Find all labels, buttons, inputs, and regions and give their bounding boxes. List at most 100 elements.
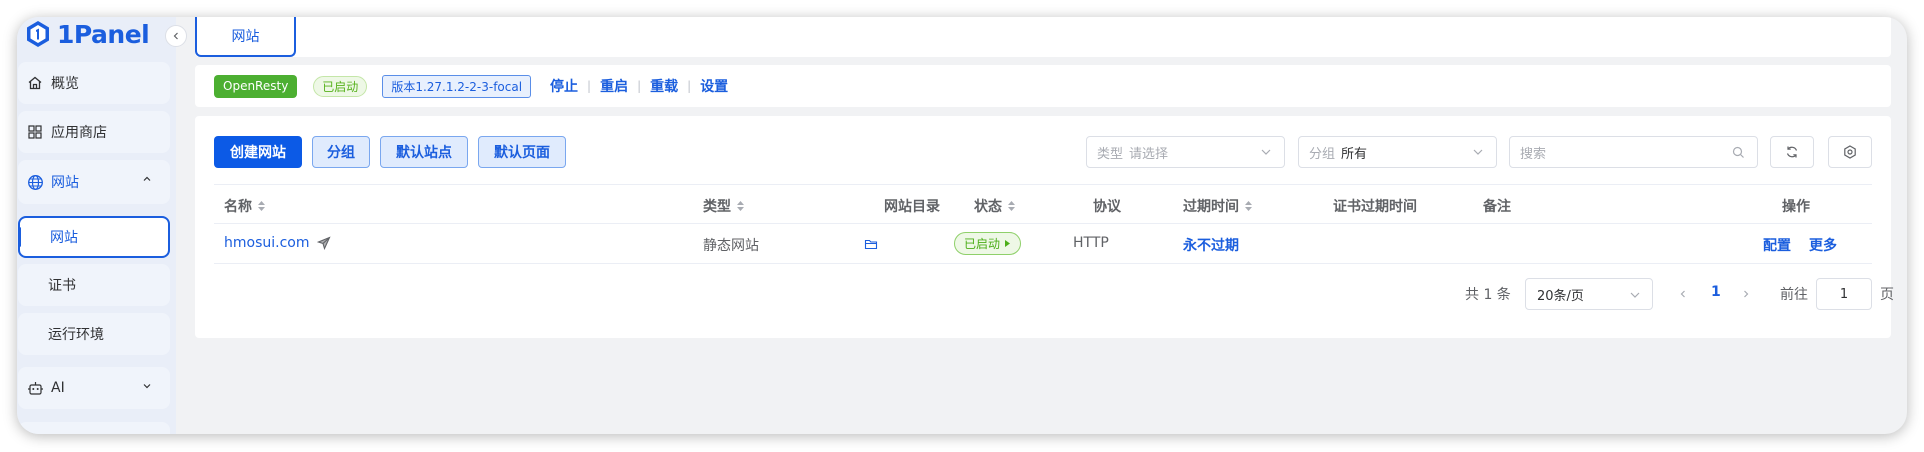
openresty-status-bar: OpenResty 已启动 版本1.27.1.2-2-3-focal 停止 | …: [195, 65, 1891, 107]
globe-icon: [26, 173, 44, 191]
column-label: 状态: [974, 199, 1002, 215]
sort-icon: [737, 201, 744, 211]
server-tag: OpenResty: [214, 74, 298, 98]
sort-icon: [258, 201, 265, 211]
chevron-down-icon: [1473, 149, 1483, 155]
sidebar-item-label: 网站: [51, 175, 79, 191]
column-header-status[interactable]: 状态: [974, 196, 1016, 216]
website-name-link[interactable]: hmosui.com: [224, 235, 309, 251]
stop-button[interactable]: 停止: [550, 76, 578, 96]
next-page-icon[interactable]: [1741, 289, 1751, 299]
page-size-select[interactable]: 20条/页: [1525, 278, 1653, 310]
divider: |: [587, 79, 592, 93]
sidebar-item-next[interactable]: [18, 422, 170, 434]
search-icon: [1732, 146, 1744, 158]
group-button[interactable]: 分组: [312, 136, 370, 168]
sidebar-item-overview[interactable]: 概览: [18, 62, 170, 104]
app-window: 1Panel 概览 应用商店 网站 网站 证书 运行环境 AI 网站 OpenR…: [17, 17, 1907, 434]
chevron-left-icon: [173, 32, 178, 40]
group-filter-prefix: 分组: [1309, 146, 1336, 162]
cell-expire[interactable]: 永不过期: [1183, 235, 1239, 255]
column-header-directory: 网站目录: [884, 196, 940, 216]
sidebar-item-label: 概览: [51, 76, 79, 92]
cell-protocol: HTTP: [1073, 235, 1109, 251]
status-badge[interactable]: 已启动: [954, 232, 1022, 255]
create-website-button[interactable]: 创建网站: [214, 136, 302, 168]
cell-status: 已启动: [954, 232, 1022, 255]
server-state-badge: 已启动: [313, 75, 368, 97]
column-label: 名称: [224, 199, 252, 215]
default-site-button[interactable]: 默认站点: [380, 136, 468, 168]
status-text: 已启动: [964, 237, 1001, 251]
search-input[interactable]: 搜索: [1509, 136, 1758, 168]
sidebar: 1Panel 概览 应用商店 网站 网站 证书 运行环境 AI: [17, 17, 187, 434]
column-header-actions: 操作: [1782, 196, 1810, 216]
settings-button[interactable]: 设置: [700, 76, 728, 96]
column-label: 证书过期时间: [1333, 199, 1417, 215]
chevron-down-icon: [1630, 292, 1640, 298]
tab-website[interactable]: 网站: [195, 17, 296, 57]
column-label: 网站目录: [884, 199, 940, 215]
column-header-name[interactable]: 名称: [224, 196, 266, 216]
cell-type: 静态网站: [703, 238, 759, 254]
goto-prefix: 前往: [1780, 287, 1808, 303]
submenu-item-label: 运行环境: [48, 327, 104, 343]
column-header-protocol: 协议: [1093, 196, 1121, 216]
search-placeholder: 搜索: [1520, 146, 1547, 162]
goto-page-input[interactable]: 1: [1816, 278, 1872, 310]
app-name: 1Panel: [57, 19, 150, 49]
page-size-value: 20条/页: [1537, 288, 1584, 304]
folder-icon[interactable]: [864, 237, 878, 251]
column-label: 协议: [1093, 199, 1121, 215]
group-filter-select[interactable]: 分组 所有: [1298, 136, 1497, 168]
chevron-up-icon: [143, 176, 151, 181]
configure-button[interactable]: 配置: [1763, 235, 1791, 255]
table-header: 名称 类型 网站目录 状态 协议 过期时间 证书过期时间 备注 操作: [214, 184, 1872, 224]
sidebar-item-label: AI: [51, 380, 65, 396]
tab-bar: 网站: [195, 17, 1891, 57]
restart-button[interactable]: 重启: [600, 76, 628, 96]
version-tag: 版本1.27.1.2-2-3-focal: [382, 74, 532, 98]
prev-page-icon[interactable]: [1678, 289, 1688, 299]
column-label: 过期时间: [1183, 199, 1239, 215]
collapse-sidebar-button[interactable]: [165, 25, 187, 47]
default-page-button[interactable]: 默认页面: [478, 136, 566, 168]
type-filter-placeholder: 请选择: [1129, 146, 1169, 162]
sidebar-item-label: 应用商店: [51, 125, 107, 141]
more-button[interactable]: 更多: [1809, 235, 1837, 255]
sidebar-item-ai[interactable]: AI: [18, 367, 170, 409]
goto-suffix: 页: [1880, 287, 1894, 303]
sidebar-item-app-store[interactable]: 应用商店: [18, 111, 170, 153]
column-label: 类型: [703, 199, 731, 215]
refresh-button[interactable]: [1770, 136, 1814, 168]
sort-icon: [1245, 201, 1252, 211]
column-label: 备注: [1483, 199, 1511, 215]
logo[interactable]: 1Panel: [25, 17, 150, 51]
sidebar-item-website[interactable]: 网站: [18, 160, 170, 204]
table-settings-button[interactable]: [1828, 136, 1872, 168]
submenu-item-certificate[interactable]: 证书: [18, 264, 170, 306]
type-filter-select[interactable]: 类型 请选择: [1086, 136, 1285, 168]
chevron-down-icon: [143, 384, 151, 389]
submenu-item-website[interactable]: 网站: [18, 216, 170, 258]
column-header-type[interactable]: 类型: [703, 196, 745, 216]
cell-actions: 配置 更多: [1763, 235, 1837, 255]
group-filter-value: 所有: [1341, 146, 1368, 162]
grid-icon: [26, 123, 44, 141]
gear-icon: [1844, 145, 1856, 159]
column-label: 操作: [1782, 199, 1810, 215]
refresh-icon: [1786, 146, 1798, 158]
column-header-expire[interactable]: 过期时间: [1183, 196, 1253, 216]
divider: |: [687, 79, 692, 93]
reload-button[interactable]: 重载: [650, 76, 678, 96]
send-icon[interactable]: [317, 236, 332, 250]
column-header-cert-expire: 证书过期时间: [1333, 196, 1417, 216]
chevron-down-icon: [1261, 149, 1271, 155]
submenu-item-runtime[interactable]: 运行环境: [18, 313, 170, 355]
type-filter-prefix: 类型: [1097, 146, 1124, 162]
page-number-current[interactable]: 1: [1711, 284, 1721, 300]
logo-icon: [27, 21, 49, 47]
sort-icon: [1008, 201, 1015, 211]
robot-icon: [26, 379, 44, 397]
divider: |: [637, 79, 642, 93]
